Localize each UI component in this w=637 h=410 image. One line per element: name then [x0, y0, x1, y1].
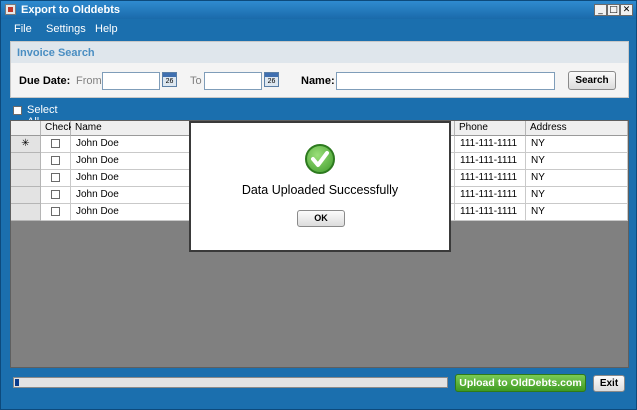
exit-button[interactable]: Exit	[593, 375, 625, 392]
select-all-checkbox[interactable]	[13, 106, 22, 115]
phone-cell[interactable]: 111-111-1111	[455, 153, 526, 170]
app-icon	[5, 4, 16, 15]
panel-title: Invoice Search	[17, 47, 95, 59]
upload-button[interactable]: Upload to OldDebts.com	[455, 374, 586, 392]
checkmark-glyph-icon	[311, 151, 329, 167]
row-checkbox[interactable]	[51, 207, 60, 216]
row-header[interactable]	[11, 170, 41, 187]
menu-help[interactable]: Help	[95, 23, 118, 35]
success-check-icon	[305, 144, 335, 174]
row-check-cell[interactable]	[41, 170, 71, 187]
phone-cell[interactable]: 111-111-1111	[455, 187, 526, 204]
from-label: From	[76, 75, 102, 87]
grid-header-phone[interactable]: Phone	[455, 121, 526, 136]
from-calendar-icon[interactable]: 26	[162, 72, 177, 87]
dialog-message: Data Uploaded Successfully	[241, 183, 399, 197]
panel-header: Invoice Search	[11, 42, 628, 63]
address-cell[interactable]: NY	[526, 136, 628, 153]
to-calendar-icon[interactable]: 26	[264, 72, 279, 87]
name-label: Name:	[301, 75, 335, 87]
close-button[interactable]: ✕	[620, 4, 633, 16]
minimize-button[interactable]: _	[594, 4, 607, 16]
search-button[interactable]: Search	[568, 71, 616, 90]
menu-bar: File Settings Help	[1, 19, 636, 38]
row-checkbox[interactable]	[51, 156, 60, 165]
menu-file[interactable]: File	[14, 23, 32, 35]
name-input[interactable]	[336, 72, 555, 90]
to-date-input[interactable]	[204, 72, 262, 90]
row-checkbox[interactable]	[51, 139, 60, 148]
phone-cell[interactable]: 111-111-1111	[455, 170, 526, 187]
title-bar[interactable]: Export to Olddebts _ □ ✕	[1, 1, 636, 19]
row-header[interactable]: ✳	[11, 136, 41, 153]
address-cell[interactable]: NY	[526, 187, 628, 204]
success-dialog: Data Uploaded Successfully OK	[189, 121, 451, 252]
ok-button[interactable]: OK	[297, 210, 345, 227]
row-check-cell[interactable]	[41, 153, 71, 170]
window-title: Export to Olddebts	[21, 4, 120, 16]
grid-header-address[interactable]: Address	[526, 121, 628, 136]
app-window: Export to Olddebts _ □ ✕ File Settings H…	[0, 0, 637, 410]
phone-cell[interactable]: 111-111-1111	[455, 136, 526, 153]
progress-fill	[15, 379, 19, 386]
row-check-cell[interactable]	[41, 187, 71, 204]
grid-header-check[interactable]: Check	[41, 121, 73, 136]
invoice-search-panel: Invoice Search Due Date: From 26 To 26 N…	[10, 41, 629, 98]
address-cell[interactable]: NY	[526, 170, 628, 187]
due-date-label: Due Date:	[19, 75, 71, 87]
to-label: To	[190, 75, 202, 87]
address-cell[interactable]: NY	[526, 204, 628, 221]
row-checkbox[interactable]	[51, 190, 60, 199]
row-header[interactable]	[11, 153, 41, 170]
row-header[interactable]	[11, 187, 41, 204]
phone-cell[interactable]: 111-111-1111	[455, 204, 526, 221]
row-check-cell[interactable]	[41, 204, 71, 221]
row-header[interactable]	[11, 204, 41, 221]
maximize-button[interactable]: □	[607, 4, 620, 16]
row-check-cell[interactable]	[41, 136, 71, 153]
grid-header-corner	[11, 121, 41, 136]
address-cell[interactable]: NY	[526, 153, 628, 170]
upload-progress-bar	[13, 377, 448, 388]
row-checkbox[interactable]	[51, 173, 60, 182]
from-date-input[interactable]	[102, 72, 160, 90]
menu-settings[interactable]: Settings	[46, 23, 86, 35]
